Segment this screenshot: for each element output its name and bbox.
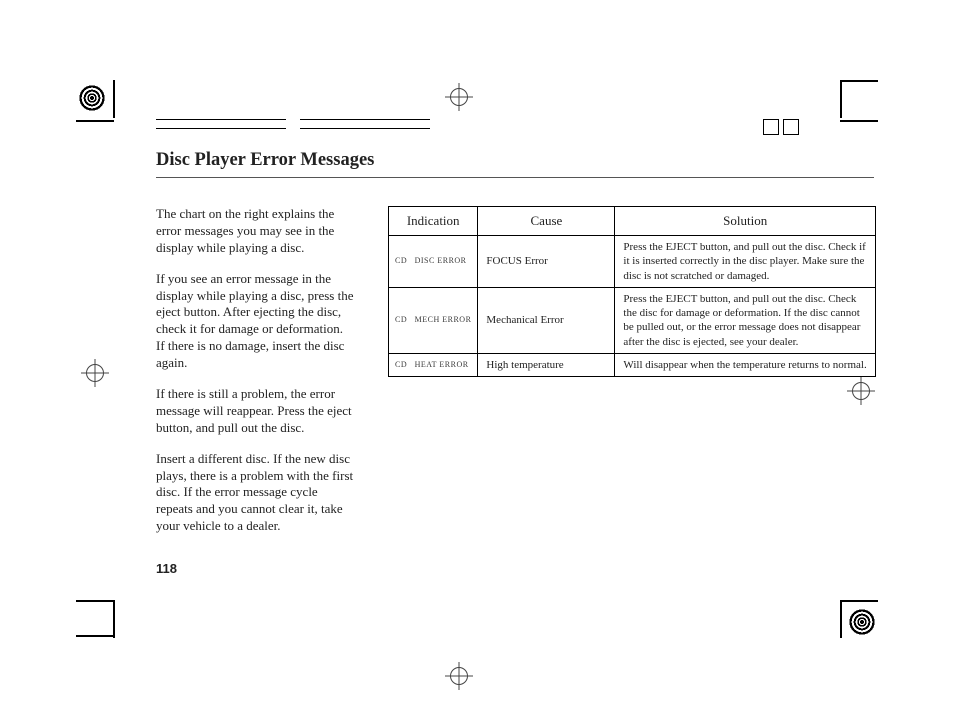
paragraph: The chart on the right explains the erro… [156, 206, 354, 257]
cell-cause: FOCUS Error [478, 236, 615, 288]
table-row: CD HEAT ERROR High temperature Will disa… [389, 354, 876, 377]
page-content: Disc Player Error Messages The chart on … [156, 150, 876, 549]
crop-line [840, 80, 842, 118]
crop-line [76, 600, 114, 602]
cell-cause: Mechanical Error [478, 287, 615, 353]
registration-crosshair-left [86, 364, 104, 382]
crop-line [76, 635, 114, 637]
stack-rect [300, 128, 430, 129]
crop-line [840, 120, 878, 122]
cell-solution: Press the EJECT button, and pull out the… [615, 287, 876, 353]
crop-box [763, 119, 779, 135]
stack-rect [300, 119, 430, 120]
cell-solution: Press the EJECT button, and pull out the… [615, 236, 876, 288]
title-rule [156, 177, 874, 178]
paragraph: If there is still a problem, the error m… [156, 386, 354, 437]
cell-indication: CD DISC ERROR [389, 236, 478, 288]
crop-box [783, 119, 799, 135]
registration-crosshair-bottom [450, 667, 468, 685]
paragraph: If you see an error message in the displ… [156, 271, 354, 372]
table-row: CD DISC ERROR FOCUS Error Press the EJEC… [389, 236, 876, 288]
page-number: 118 [156, 561, 177, 576]
cell-solution: Will disappear when the temperature retu… [615, 354, 876, 377]
cell-cause: High temperature [478, 354, 615, 377]
col-header-cause: Cause [478, 207, 615, 236]
page-title: Disc Player Error Messages [156, 150, 876, 171]
stack-rect [156, 128, 286, 129]
cell-indication: CD MECH ERROR [389, 287, 478, 353]
crop-line [113, 80, 115, 118]
error-table: Indication Cause Solution CD DISC ERROR … [388, 206, 876, 377]
registration-crosshair-top [450, 88, 468, 106]
body-text: The chart on the right explains the erro… [156, 206, 354, 549]
stack-rect [156, 119, 286, 120]
table-row: CD MECH ERROR Mechanical Error Press the… [389, 287, 876, 353]
crop-line [113, 600, 115, 638]
crop-line [840, 80, 878, 82]
crop-line [840, 600, 878, 602]
crop-line [840, 600, 842, 638]
col-header-indication: Indication [389, 207, 478, 236]
crop-line [76, 120, 114, 122]
paragraph: Insert a different disc. If the new disc… [156, 451, 354, 535]
registration-bullseye-top-left [78, 84, 106, 112]
registration-bullseye-bottom-right [848, 608, 876, 636]
cell-indication: CD HEAT ERROR [389, 354, 478, 377]
table-header-row: Indication Cause Solution [389, 207, 876, 236]
col-header-solution: Solution [615, 207, 876, 236]
